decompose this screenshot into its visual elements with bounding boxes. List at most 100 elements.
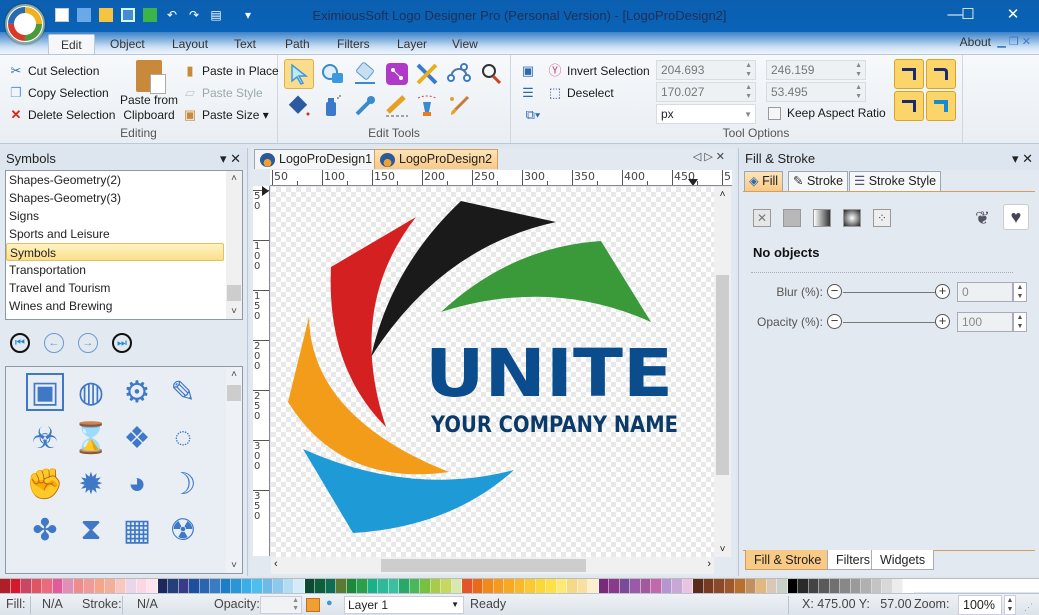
symbol-category-list[interactable]: Shapes-Geometry(2) Shapes-Geometry(3) Si… xyxy=(5,170,243,320)
shape-tool-button[interactable] xyxy=(318,59,348,89)
doc-tab-logoprodesign1[interactable]: LogoProDesign1 xyxy=(254,149,379,169)
x-position-input[interactable]: 204.693 ▲ ▼ xyxy=(656,60,756,80)
color-swatch[interactable] xyxy=(105,579,116,593)
color-swatch[interactable] xyxy=(588,579,599,593)
color-swatch[interactable] xyxy=(241,579,252,593)
pencil-tool-button[interactable] xyxy=(382,91,412,121)
color-swatch[interactable] xyxy=(252,579,263,593)
color-swatch[interactable] xyxy=(42,579,53,593)
color-swatch[interactable] xyxy=(147,579,158,593)
color-swatch[interactable] xyxy=(609,579,620,593)
color-swatch[interactable] xyxy=(693,579,704,593)
pencil-ruler-tool-button[interactable] xyxy=(412,59,442,89)
color-swatch[interactable] xyxy=(136,579,147,593)
color-swatch[interactable] xyxy=(714,579,725,593)
tab-layout[interactable]: Layout xyxy=(160,34,220,54)
fill-rule-evenodd-icon[interactable]: ❦ xyxy=(975,208,990,229)
color-swatch[interactable] xyxy=(430,579,441,593)
delete-selection-button[interactable]: ✕ Delete Selection xyxy=(8,107,116,123)
opacity-spinner[interactable]: ▲ ▼ xyxy=(292,597,299,613)
y-spinner[interactable]: ▲ ▼ xyxy=(745,83,752,101)
scroll-right-icon[interactable]: › xyxy=(707,558,711,570)
fill-rule-nonzero-icon[interactable]: ♥ xyxy=(1003,204,1029,230)
color-swatch[interactable] xyxy=(294,579,305,593)
blur-input[interactable]: 0 xyxy=(957,282,1013,302)
color-swatch[interactable] xyxy=(462,579,473,593)
panel-tab-fill-stroke[interactable]: Fill & Stroke xyxy=(745,550,831,570)
category-item[interactable]: Transportation xyxy=(6,261,224,279)
color-swatch[interactable] xyxy=(640,579,651,593)
scroll-down-icon[interactable]: ˅ xyxy=(226,560,242,571)
tab-stroke-style[interactable]: ☰ Stroke Style xyxy=(849,171,942,191)
color-swatch[interactable] xyxy=(273,579,284,593)
color-swatch[interactable] xyxy=(441,579,452,593)
node-tool-button[interactable] xyxy=(382,59,412,89)
color-swatch[interactable] xyxy=(651,579,662,593)
color-swatch[interactable] xyxy=(535,579,546,593)
height-spinner[interactable]: ▲ ▼ xyxy=(855,83,862,101)
color-swatch[interactable] xyxy=(598,579,609,593)
radiation-symbol-icon[interactable]: ☢ xyxy=(164,511,202,549)
invert-selection-button[interactable]: Ⓨ Invert Selection xyxy=(547,63,649,79)
pencil-sharpener-symbol-icon[interactable]: ✎ xyxy=(164,373,202,411)
biohazard-symbol-icon[interactable]: ☣ xyxy=(26,419,64,457)
symbol-grid-scrollbar[interactable]: ˄ ˅ xyxy=(226,367,242,573)
color-swatch[interactable] xyxy=(84,579,95,593)
color-swatch[interactable] xyxy=(126,579,137,593)
mountain-circle-symbol-icon[interactable]: ◍ xyxy=(72,373,110,411)
color-swatch[interactable] xyxy=(829,579,840,593)
category-item[interactable]: Shapes-Geometry(3) xyxy=(6,189,224,207)
canvas-vertical-scrollbar[interactable]: ˄ ˅ xyxy=(714,187,731,557)
lock-icon[interactable] xyxy=(306,598,320,612)
keep-aspect-ratio-checkbox[interactable]: Keep Aspect Ratio xyxy=(768,106,886,120)
color-swatch[interactable] xyxy=(777,579,788,593)
color-swatch[interactable] xyxy=(262,579,273,593)
color-swatch[interactable] xyxy=(556,579,567,593)
color-swatch[interactable] xyxy=(661,579,672,593)
color-swatch[interactable] xyxy=(325,579,336,593)
corner-bottom-left-button[interactable] xyxy=(894,91,924,121)
eraser-tool-button[interactable] xyxy=(350,59,380,89)
hourglass-symbol-icon[interactable]: ⌛ xyxy=(72,419,110,457)
scroll-thumb[interactable] xyxy=(227,385,241,401)
first-page-button[interactable]: ⏮ xyxy=(10,333,30,353)
color-swatch[interactable] xyxy=(472,579,483,593)
bezier-tool-button[interactable] xyxy=(444,59,474,89)
color-swatch[interactable] xyxy=(798,579,809,593)
color-swatch[interactable] xyxy=(420,579,431,593)
maximize-button[interactable]: ☐ xyxy=(953,4,983,26)
color-swatch[interactable] xyxy=(409,579,420,593)
color-swatch[interactable] xyxy=(357,579,368,593)
panel-menu-close-icons[interactable]: ▾ ✕ xyxy=(220,148,241,170)
tab-fill[interactable]: ◈ Fill xyxy=(744,171,784,191)
canvas-horizontal-scrollbar[interactable]: ‹ › xyxy=(271,557,714,574)
kiss-frame-symbol-icon[interactable]: ▣ xyxy=(26,373,64,411)
scroll-thumb[interactable] xyxy=(381,559,586,572)
color-swatch[interactable] xyxy=(94,579,105,593)
color-swatch[interactable] xyxy=(283,579,294,593)
panel-tab-widgets[interactable]: Widgets xyxy=(871,550,935,570)
paste-in-place-button[interactable]: ▮ Paste in Place xyxy=(182,63,278,79)
previous-page-button[interactable]: ← xyxy=(44,333,64,353)
color-swatch[interactable] xyxy=(189,579,200,593)
scroll-up-icon[interactable]: ˄ xyxy=(226,173,242,184)
corner-top-right-button[interactable] xyxy=(926,59,956,89)
pattern-button[interactable]: ⁘ xyxy=(873,209,891,227)
checkbox-box[interactable] xyxy=(768,106,781,120)
pen-tool-button[interactable] xyxy=(412,91,442,121)
blur-plus-icon[interactable]: + xyxy=(935,284,950,299)
color-swatch[interactable] xyxy=(336,579,347,593)
color-swatch[interactable] xyxy=(903,579,914,593)
color-swatch[interactable] xyxy=(766,579,777,593)
color-swatch[interactable] xyxy=(157,579,168,593)
color-swatch[interactable] xyxy=(514,579,525,593)
layer-select[interactable]: Layer 1 ▼ xyxy=(344,596,464,614)
paste-from-clipboard-button[interactable]: Paste from Clipboard xyxy=(120,60,178,122)
category-scrollbar[interactable]: ˄ ˅ xyxy=(226,171,242,319)
scroll-up-icon[interactable]: ˄ xyxy=(226,369,242,380)
category-item[interactable]: Travel and Tourism xyxy=(6,279,224,297)
zoom-input[interactable]: 100% xyxy=(958,595,1002,615)
color-swatch[interactable] xyxy=(871,579,882,593)
color-swatch[interactable] xyxy=(10,579,21,593)
opacity-slider[interactable] xyxy=(843,322,937,323)
